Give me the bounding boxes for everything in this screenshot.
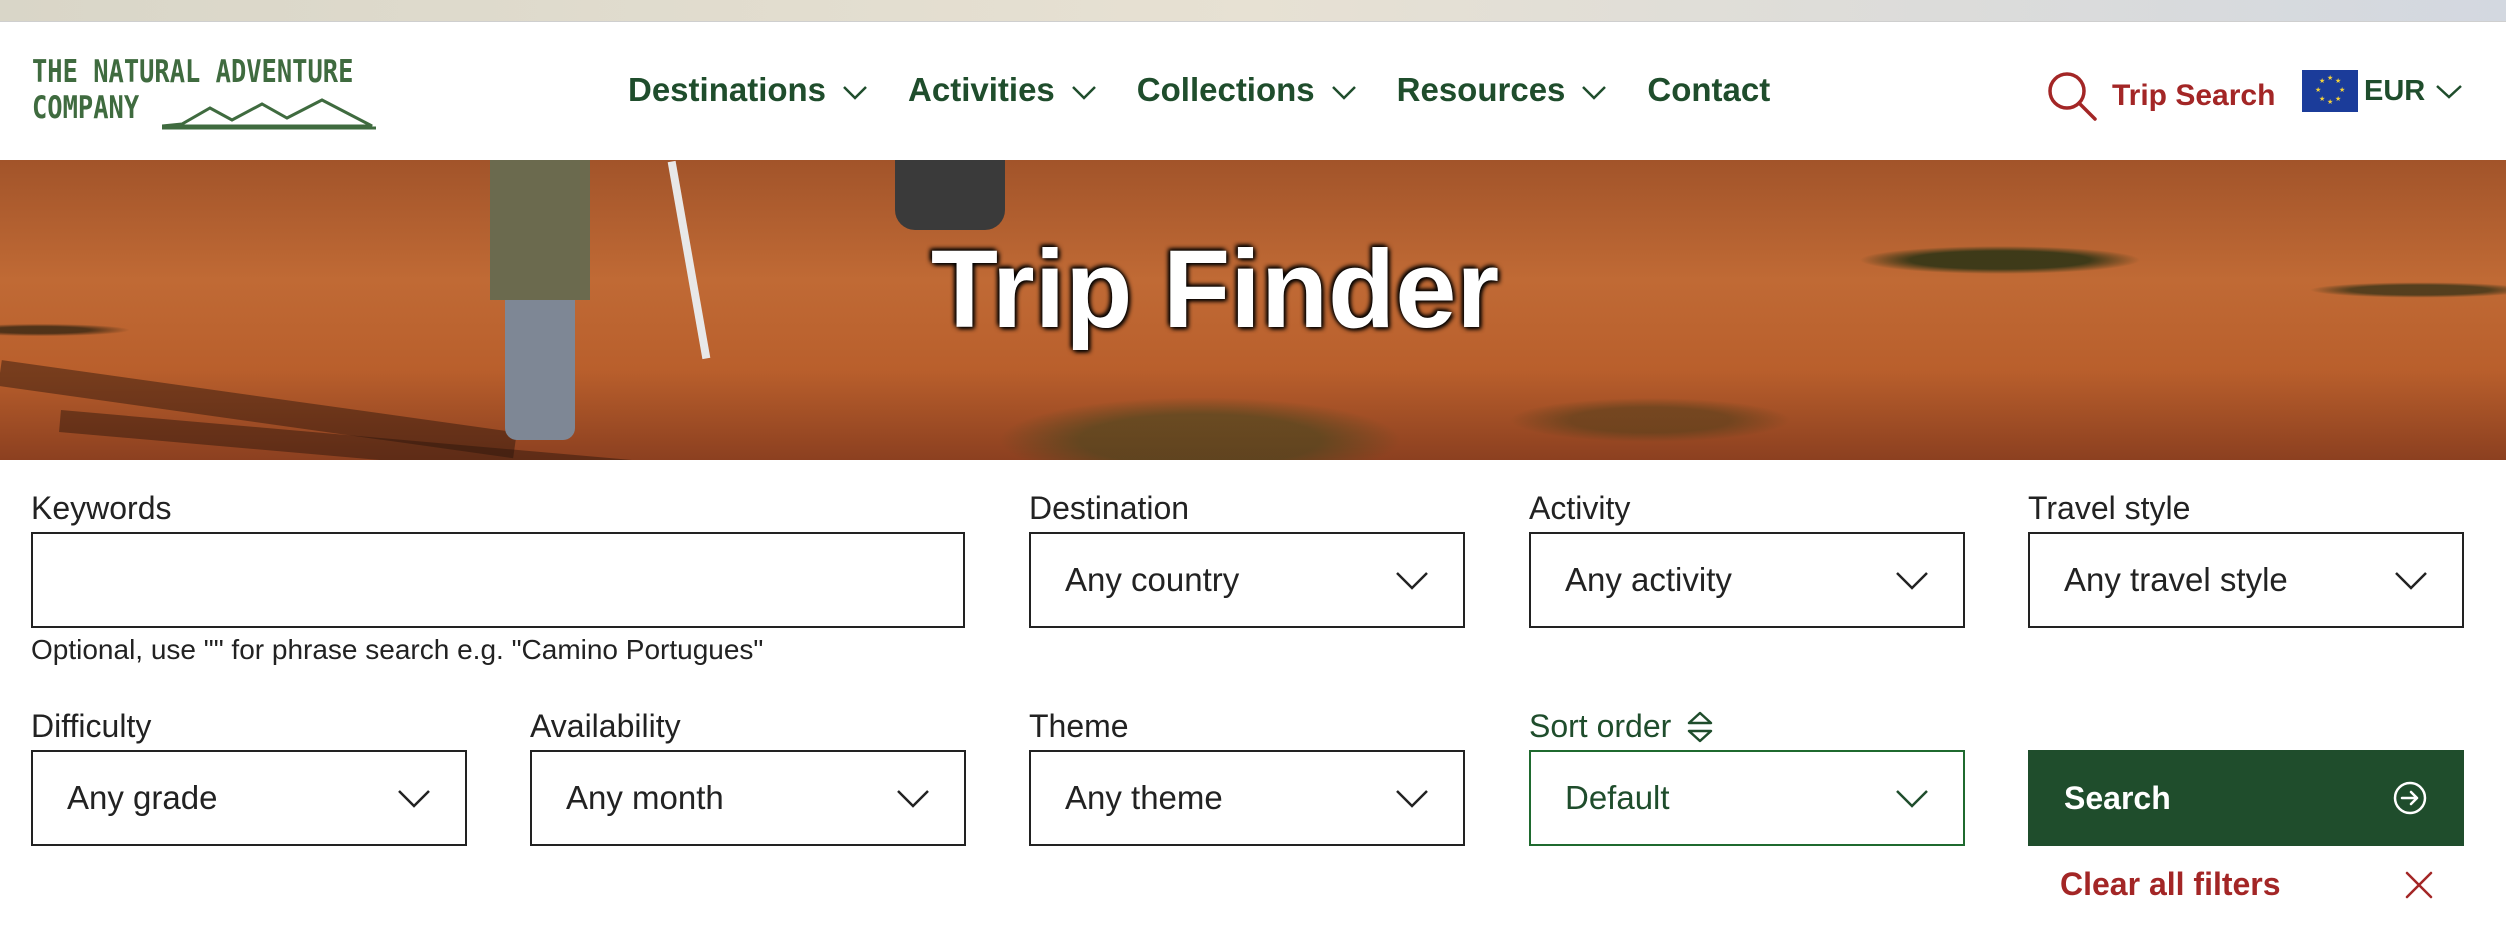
sort-order-value: Default xyxy=(1565,779,1670,816)
page-title: Trip Finder xyxy=(930,228,1500,351)
chevron-down-icon xyxy=(1581,71,1607,109)
keywords-label: Keywords xyxy=(31,490,172,526)
nav-item-contact[interactable]: Contact xyxy=(1647,71,1770,109)
destination-label: Destination xyxy=(1029,490,1190,526)
logo-line-1: THE NATURAL ADVENTURE xyxy=(32,54,354,90)
eu-flag-icon: ★ ★ ★ ★ ★ ★ ★ ★ xyxy=(2302,70,2358,112)
chevron-down-icon xyxy=(2435,75,2463,108)
site-header: THE NATURAL ADVENTURE COMPANY Destinatio… xyxy=(0,22,2506,160)
browser-top-strip xyxy=(0,0,2506,22)
nav-item-label: Collections xyxy=(1136,71,1315,108)
sort-order-label-text: Sort order xyxy=(1529,708,1672,744)
nav-item-activities[interactable]: Activities xyxy=(908,71,1097,109)
mountain-logo-icon xyxy=(162,98,376,130)
clear-all-filters-button[interactable]: Clear all filters xyxy=(2060,866,2434,903)
hero-banner-image: Trip Finder xyxy=(0,160,2506,460)
difficulty-select[interactable]: Any grade xyxy=(31,750,467,846)
chevron-down-icon xyxy=(896,779,930,817)
trip-search-link[interactable]: Trip Search xyxy=(2046,70,2275,122)
keywords-input[interactable] xyxy=(31,532,965,628)
chevron-down-icon xyxy=(397,779,431,817)
nav-item-destinations[interactable]: Destinations xyxy=(628,71,868,109)
logo-line-2: COMPANY xyxy=(32,90,140,126)
travel-style-label: Travel style xyxy=(2028,490,2191,526)
currency-selector[interactable]: ★ ★ ★ ★ ★ ★ ★ ★ EUR xyxy=(2302,70,2463,112)
availability-label: Availability xyxy=(530,708,681,744)
nav-item-label: Resources xyxy=(1396,71,1566,108)
sort-order-select[interactable]: Default xyxy=(1529,750,1965,846)
chevron-down-icon xyxy=(1395,561,1429,599)
chevron-down-icon xyxy=(2394,561,2428,599)
activity-label: Activity xyxy=(1529,490,1631,526)
destination-value: Any country xyxy=(1065,561,1240,598)
currency-code: EUR xyxy=(2364,74,2426,107)
trip-search-label: Trip Search xyxy=(2112,79,2276,112)
chevron-down-icon xyxy=(1395,779,1429,817)
sort-order-label: Sort order xyxy=(1529,708,1715,745)
difficulty-value: Any grade xyxy=(67,779,218,816)
chevron-down-icon xyxy=(842,71,868,109)
main-navigation: Destinations Activities Collections Reso… xyxy=(628,70,1810,110)
search-icon xyxy=(2048,72,2097,121)
availability-select[interactable]: Any month xyxy=(530,750,966,846)
hiker-legs xyxy=(895,160,1005,230)
nav-item-label: Destinations xyxy=(628,71,827,108)
activity-value: Any activity xyxy=(1565,561,1732,598)
chevron-down-icon xyxy=(1895,561,1929,599)
theme-label: Theme xyxy=(1029,708,1129,744)
theme-select[interactable]: Any theme xyxy=(1029,750,1465,846)
keywords-hint: Optional, use "" for phrase search e.g. … xyxy=(31,634,764,665)
destination-select[interactable]: Any country xyxy=(1029,532,1465,628)
difficulty-label: Difficulty xyxy=(31,708,152,744)
theme-value: Any theme xyxy=(1065,779,1223,816)
activity-select[interactable]: Any activity xyxy=(1529,532,1965,628)
chevron-down-icon xyxy=(1071,71,1097,109)
close-icon xyxy=(2405,871,2433,898)
sort-icon xyxy=(1688,711,1713,742)
nav-item-resources[interactable]: Resources xyxy=(1397,71,1608,109)
nav-item-collections[interactable]: Collections xyxy=(1137,71,1357,109)
chevron-down-icon xyxy=(1895,779,1929,817)
travel-style-value: Any travel style xyxy=(2064,561,2288,598)
arrow-right-circle-icon xyxy=(2393,781,2427,815)
clear-all-filters-label: Clear all filters xyxy=(2060,866,2281,902)
company-logo[interactable]: THE NATURAL ADVENTURE COMPANY xyxy=(32,50,376,150)
nav-item-label: Activities xyxy=(908,71,1055,108)
trip-filter-form: Keywords Optional, use "" for phrase sea… xyxy=(0,460,2506,928)
search-button-label: Search xyxy=(2064,779,2171,816)
search-button[interactable]: Search xyxy=(2028,750,2464,846)
chevron-down-icon xyxy=(1331,71,1357,109)
nav-item-label: Contact xyxy=(1647,71,1771,108)
availability-value: Any month xyxy=(566,779,724,816)
travel-style-select[interactable]: Any travel style xyxy=(2028,532,2464,628)
